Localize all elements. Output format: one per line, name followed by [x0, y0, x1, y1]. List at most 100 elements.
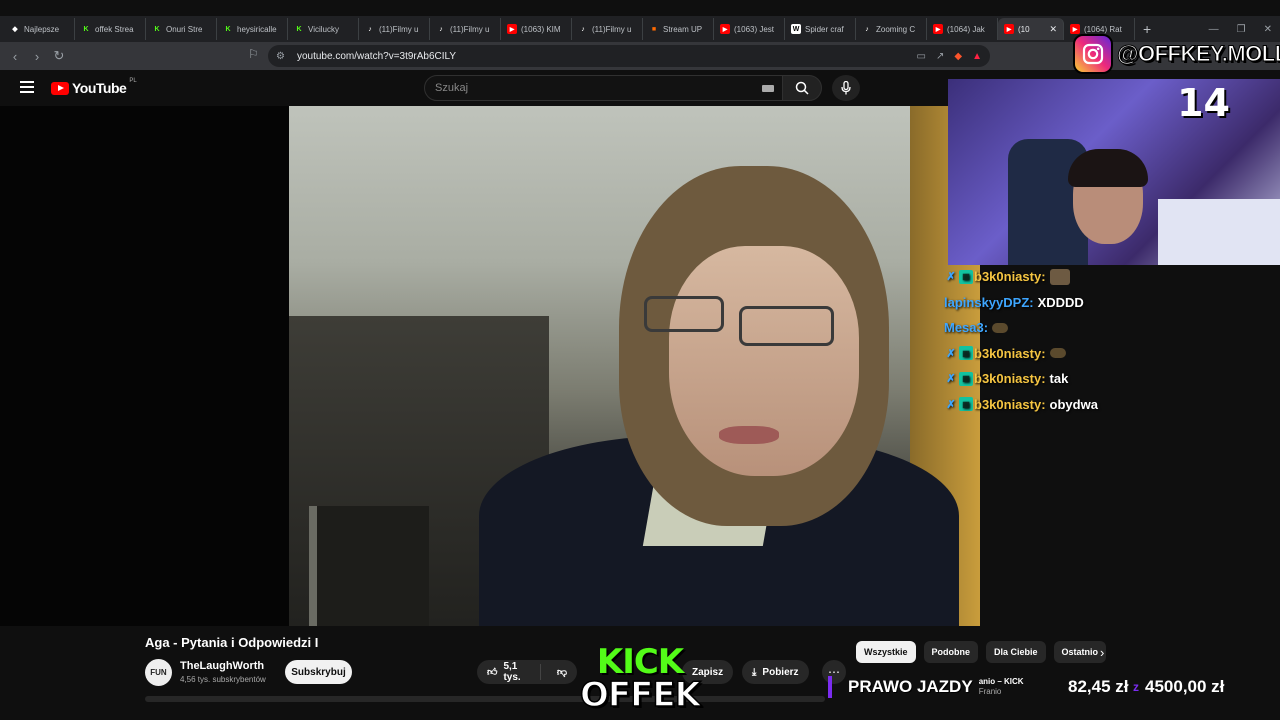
browser-tab-title: Zooming C [876, 24, 916, 34]
search-icon [795, 81, 809, 95]
thumbs-down-icon: 👎︎ [556, 667, 567, 678]
address-bar[interactable]: ⚙ youtube.com/watch?v=3t9rAb6CILY ▭ ↗ ◆ … [268, 45, 990, 67]
streamup-icon: ■ [651, 25, 657, 33]
download-label: Pobierz [762, 666, 799, 678]
subscriber-badge-icon: ▦ [959, 269, 973, 284]
search-button[interactable] [782, 75, 822, 101]
browser-tab-title: Vicilucky [308, 24, 339, 34]
kick-icon: K [154, 25, 160, 33]
youtube-logo[interactable]: YouTube PL [51, 78, 137, 96]
search-input[interactable]: Szukaj [424, 75, 784, 101]
video-person-glasses-right [739, 306, 834, 346]
back-icon[interactable]: ‹ [4, 49, 26, 64]
tiktok-icon: ♪ [581, 25, 585, 33]
browser-tab[interactable]: ▶ (10 ✕ [998, 18, 1064, 40]
chat-badges: ✗ ▦ [944, 397, 973, 412]
ticker-goal-amount: 4500,00 zł [1145, 677, 1225, 696]
ticker-donor-sub: Franio [978, 687, 1002, 696]
dislike-button[interactable]: 👎︎ [547, 666, 577, 678]
browser-tab[interactable]: ♪ (11)Filmy u [359, 18, 430, 40]
video-person-glasses-left [644, 296, 724, 332]
brave-shield-icon[interactable]: ◆ [954, 51, 962, 62]
browser-tab-title: Stream UP [663, 24, 703, 34]
reload-icon[interactable]: ↻ [48, 48, 70, 64]
chat-username: lapinskyyDPZ: [944, 294, 1034, 310]
browser-tab[interactable]: ■ Stream UP [643, 18, 714, 40]
like-count: 5,1 tys. [503, 661, 521, 683]
browser-tab[interactable]: ▶ (1063) KIM [501, 18, 572, 40]
youtube-icon: ▶ [933, 24, 943, 34]
youtube-header: YouTube PL Szukaj [0, 70, 948, 106]
forward-icon[interactable]: › [26, 49, 48, 64]
video-scene-door [309, 506, 429, 626]
chat-username: b3k0niasty: [974, 345, 1046, 361]
browser-tab-title: (1063) KIM [521, 24, 561, 34]
video-player[interactable] [0, 106, 980, 626]
chat-emote-icon [1049, 268, 1070, 285]
chat-message: ✗ ▦ b3k0niasty: [944, 341, 1280, 367]
voice-search-button[interactable] [832, 75, 860, 101]
browser-tab-title: (11)Filmy u [379, 24, 419, 34]
region-code: PL [129, 78, 137, 84]
sword-badge-icon: ✗ [946, 271, 956, 284]
browser-tab[interactable]: ♪ (11)Filmy u [572, 18, 643, 40]
ticker-separator: z [1133, 680, 1139, 694]
youtube-icon: ▶ [720, 24, 730, 34]
instagram-overlay: @OFFKEY.MOLLY [1073, 33, 1280, 75]
chip-related[interactable]: Podobne [923, 641, 979, 663]
video-title: Aga - Pytania i Odpowiedzi I [145, 635, 319, 650]
chip-recent[interactable]: Ostatnio [1053, 641, 1107, 663]
browser-tab[interactable]: ▶ (1063) Jest [714, 18, 785, 40]
channel-name[interactable]: TheLaughWorth [180, 660, 264, 672]
like-button[interactable]: 👍︎ 5,1 tys. [477, 661, 541, 683]
browser-tab-title: offek Strea [95, 24, 134, 34]
browser-tab-title: (1063) Jest [734, 24, 775, 34]
chat-username: b3k0niasty: [974, 269, 1046, 285]
kick-channel-text: OFFEK [579, 675, 701, 715]
browser-tab[interactable]: ♪ Zooming C [856, 18, 927, 40]
share-icon[interactable]: ↗ [936, 51, 944, 62]
menu-icon[interactable] [20, 81, 34, 93]
kick-icon: K [83, 25, 89, 33]
chip-all[interactable]: Wszystkie [856, 641, 916, 663]
webcam-streamer-hair [1068, 149, 1148, 187]
browser-tab-title: (11)Filmy u [450, 24, 490, 34]
browser-tab[interactable]: K Vicilucky [288, 18, 359, 40]
keyboard-icon[interactable] [762, 85, 774, 92]
channel-subscribers: 4,56 tys. subskrybentów [180, 675, 266, 684]
browser-tab[interactable]: Koffek Strea [75, 18, 146, 40]
download-button[interactable]: ⤓ Pobierz [742, 660, 809, 684]
sword-badge-icon: ✗ [946, 373, 956, 386]
ticker-donor: anio – KICK Franio [979, 677, 1024, 697]
browser-tab[interactable]: Kheysiricalle [217, 18, 288, 40]
cast-icon[interactable]: ▭ [917, 51, 926, 62]
browser-tab[interactable]: ♪ (11)Filmy u [430, 18, 501, 40]
youtube-icon: ▶ [507, 24, 517, 34]
browser-tab[interactable]: K Onuri Stre [146, 18, 217, 40]
chat-badges: ✗ ▦ [944, 346, 973, 361]
browser-tab[interactable]: ▶ (1064) Jak [927, 18, 998, 40]
browser-tab-title: Najlepsze [24, 24, 60, 34]
chat-message: ✗ ▦ b3k0niasty: tak [944, 366, 1280, 392]
subscribe-button[interactable]: Subskrybuj [285, 660, 352, 684]
webcam-overlay-number: 14 [1177, 81, 1230, 125]
browser-tab-title: Onuri Stre [166, 24, 203, 34]
subscriber-badge-icon: ▦ [959, 371, 973, 386]
youtube-icon: ▶ [1004, 24, 1014, 34]
close-tab-icon[interactable]: ✕ [1049, 24, 1057, 35]
subscriber-badge-icon: ▦ [959, 397, 973, 412]
brave-rewards-icon[interactable]: ▲ [972, 51, 982, 62]
chat-username: b3k0niasty: [974, 371, 1046, 387]
kick-logo-overlay: KICK OFFEK [579, 645, 701, 715]
site-settings-icon[interactable]: ⚙ [276, 51, 285, 62]
ticker-accent-bar [828, 676, 832, 698]
chips-next-icon[interactable]: › [1100, 645, 1104, 660]
browser-tab[interactable]: ◆ Najlepsze [4, 18, 75, 40]
tiktok-icon: ♪ [439, 25, 443, 33]
browser-tab[interactable]: W Spider craf [785, 18, 856, 40]
ticker-goal-label: PRAWO JAZDY [848, 677, 973, 696]
channel-avatar[interactable]: FUN [145, 659, 172, 686]
bookmark-icon[interactable]: ⚐ [248, 47, 259, 61]
instagram-handle: @OFFKEY.MOLLY [1117, 41, 1280, 67]
chip-for-you[interactable]: Dla Ciebie [986, 641, 1046, 663]
